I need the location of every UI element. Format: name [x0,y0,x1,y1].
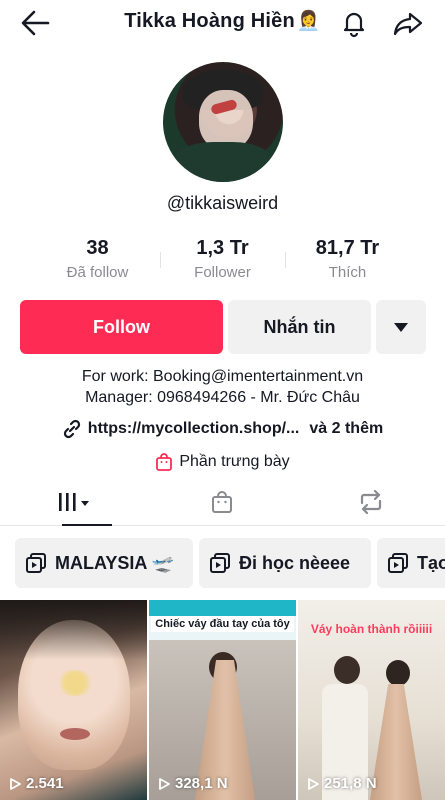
thumbnail-hair [0,600,147,660]
tab-videos[interactable] [0,478,148,526]
title-emoji: 👩‍💼 [296,11,321,32]
thumbnail-lips [60,728,90,740]
thumbnail-person [334,656,360,684]
profile-stats: 38 Đã follow 1,3 Tr Follower 81,7 Tr Thí… [35,236,410,286]
avatar-face [199,90,253,150]
profile-name: Tikka Hoàng Hiền [124,10,295,32]
stat-value: 81,7 Tr [315,237,380,259]
link-url[interactable]: https://mycollection.shop/... [88,420,300,438]
shopping-bag-icon [156,453,173,471]
bio-line: Manager: 0968494266 - Mr. Đức Châu [85,389,360,406]
more-options-button[interactable] [376,300,426,354]
tab-reposts[interactable] [297,478,445,525]
bio-line: For work: Booking@imentertainment.vn [81,368,364,385]
bio: For work: Booking@imentertainment.vn Man… [0,366,445,408]
video-caption: Chiếc váy đầu tay của tôy [151,616,294,632]
avatar[interactable] [163,62,283,182]
caret-down-icon [394,323,408,332]
stat-label: Follower [194,264,251,281]
stat-value: 1,3 Tr [196,237,249,259]
bell-icon[interactable] [339,8,369,38]
thumbnail-person [386,660,410,686]
playlist-row: MALAYSIA 🛫 Đi học nèeee Tạo [15,538,445,588]
stat-likes[interactable]: 81,7 Tr Thích [285,236,410,286]
stat-following[interactable]: 38 Đã follow [35,236,160,286]
playlist-chip[interactable]: Đi học nèeee [199,538,371,588]
view-count: 251,8 N [306,775,377,792]
playlist-chip[interactable]: MALAYSIA 🛫 [15,538,193,588]
thumbnail-dress [370,684,422,800]
showcase-label: Phần trưng bày [179,453,290,470]
bio-link[interactable]: https://mycollection.shop/... và 2 thêm [0,419,445,439]
showcase-link[interactable]: Phần trưng bày [0,453,445,471]
stat-label: Đã follow [66,264,129,281]
video-grid: 2.541 Chiếc váy đầu tay của tôy 328,1 N … [0,600,445,800]
content-tabs [0,478,445,526]
play-icon [159,777,170,790]
playlist-label: Tạo [417,552,445,573]
stat-label: Thích [328,264,367,281]
message-button[interactable]: Nhắn tin [228,300,371,354]
playlist-label: MALAYSIA 🛫 [55,552,175,573]
share-arrow-icon[interactable] [391,8,425,38]
repost-icon [360,489,381,514]
follow-button[interactable]: Follow [20,300,223,354]
playlist-icon [388,553,408,573]
page-title: Tikka Hoàng Hiền 👩‍💼 [0,9,445,33]
playlist-chip[interactable]: Tạo [377,538,445,588]
play-icon [308,777,319,790]
playlist-icon [26,553,46,573]
stat-followers[interactable]: 1,3 Tr Follower [160,236,285,286]
thumbnail-glitter [55,670,95,696]
view-count-text: 251,8 N [324,775,377,792]
video-thumbnail[interactable]: Chiếc váy đầu tay của tôy 328,1 N [149,600,296,800]
video-thumbnail[interactable]: Váy hoàn thành rồiiiii 251,8 N [298,600,445,800]
grid-icon [59,492,90,511]
link-more[interactable]: và 2 thêm [309,420,383,438]
view-count: 328,1 N [157,775,228,792]
playlist-icon [210,553,230,573]
view-count: 2.541 [8,775,64,792]
avatar-coat [173,142,273,182]
view-count-text: 2.541 [26,775,64,792]
video-thumbnail[interactable]: 2.541 [0,600,147,800]
top-bar: Tikka Hoàng Hiền 👩‍💼 [0,0,445,46]
tab-shop[interactable] [148,478,296,525]
play-icon [10,777,21,790]
playlist-label: Đi học nèeee [239,552,351,573]
view-count-text: 328,1 N [175,775,228,792]
shopping-bag-icon [212,490,233,513]
link-icon [63,419,80,439]
stat-value: 38 [86,237,109,259]
video-caption: Váy hoàn thành rồiiiii [310,622,433,636]
username-handle: @tikkaisweird [166,193,279,213]
